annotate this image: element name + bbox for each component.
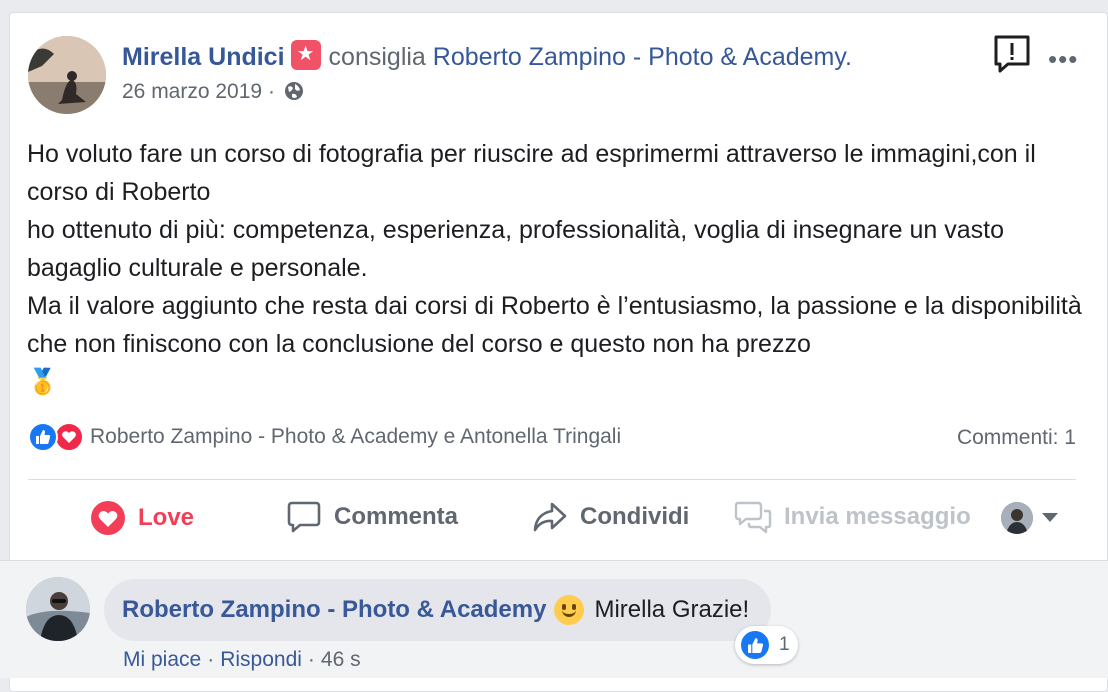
post-date[interactable]: 26 marzo 2019 xyxy=(122,80,262,103)
reactions-summary[interactable]: Roberto Zampino - Photo & Academy e Anto… xyxy=(28,422,621,452)
comment-author[interactable]: Roberto Zampino - Photo & Academy xyxy=(122,596,546,624)
separator: · xyxy=(207,648,215,671)
post-meta: 26 marzo 2019 · xyxy=(122,80,305,108)
comment-bubble: Roberto Zampino - Photo & Academy Mirell… xyxy=(104,579,772,641)
comment-like-link[interactable]: Mi piace xyxy=(123,648,201,671)
share-button[interactable]: Condividi xyxy=(532,500,689,534)
divider xyxy=(0,560,1108,561)
page-link[interactable]: Roberto Zampino - Photo & Academy. xyxy=(433,43,852,71)
author-avatar[interactable] xyxy=(28,36,106,114)
comments-count[interactable]: Commenti: 1 xyxy=(957,426,1076,450)
comment-icon xyxy=(286,500,322,534)
grinning-face-icon xyxy=(554,595,585,625)
like-reaction-icon xyxy=(739,629,771,661)
medal-icon: 🥇 xyxy=(27,368,59,396)
love-button-label: Love xyxy=(138,504,195,531)
divider xyxy=(28,479,1076,480)
share-button-label: Condividi xyxy=(580,503,690,530)
comment-reply-link[interactable]: Rispondi xyxy=(220,648,302,671)
messenger-icon xyxy=(734,500,772,534)
post-paragraph: ho ottenuto di più: competenza, esperien… xyxy=(27,216,1005,282)
report-icon[interactable] xyxy=(992,34,1032,79)
comment-actions: Mi piace · Rispondi · 46 s xyxy=(123,648,361,672)
more-icon[interactable]: ••• xyxy=(1048,44,1078,75)
recommend-star-icon xyxy=(290,40,321,70)
post-paragraph: Ho voluto fare un corso di fotografia pe… xyxy=(27,140,1036,206)
post-header-line: Mirella Undici consiglia Roberto Zampino … xyxy=(122,40,852,73)
send-message-button[interactable]: Invia messaggio xyxy=(734,500,971,534)
love-reaction-icon xyxy=(54,422,84,452)
heart-icon xyxy=(90,500,126,536)
separator: · xyxy=(307,648,315,671)
share-icon xyxy=(532,500,568,534)
comment-button-label: Commenta xyxy=(334,503,459,530)
globe-icon[interactable] xyxy=(283,80,305,108)
meta-separator: · xyxy=(267,80,275,103)
reaction-names[interactable]: Roberto Zampino - Photo & Academy e Anto… xyxy=(90,425,621,449)
comment-time[interactable]: 46 s xyxy=(321,648,361,671)
page-avatar[interactable] xyxy=(1001,502,1033,534)
author-name[interactable]: Mirella Undici xyxy=(122,43,285,71)
post-paragraph: Ma il valore aggiunto che resta dai cors… xyxy=(27,292,1082,358)
recommend-verb: consiglia xyxy=(328,43,426,71)
comment-like-count: 1 xyxy=(779,634,790,655)
commenter-avatar[interactable] xyxy=(26,577,90,641)
post-body: Ho voluto fare un corso di fotografia pe… xyxy=(27,135,1087,401)
comment-reactions[interactable]: 1 xyxy=(735,626,798,664)
like-reaction-icon xyxy=(28,422,58,452)
love-button[interactable]: Love xyxy=(90,500,194,536)
send-message-label: Invia messaggio xyxy=(784,503,971,530)
caret-down-icon[interactable] xyxy=(1042,513,1058,522)
comment-button[interactable]: Commenta xyxy=(286,500,458,534)
comment-text: Mirella Grazie! xyxy=(594,596,750,623)
